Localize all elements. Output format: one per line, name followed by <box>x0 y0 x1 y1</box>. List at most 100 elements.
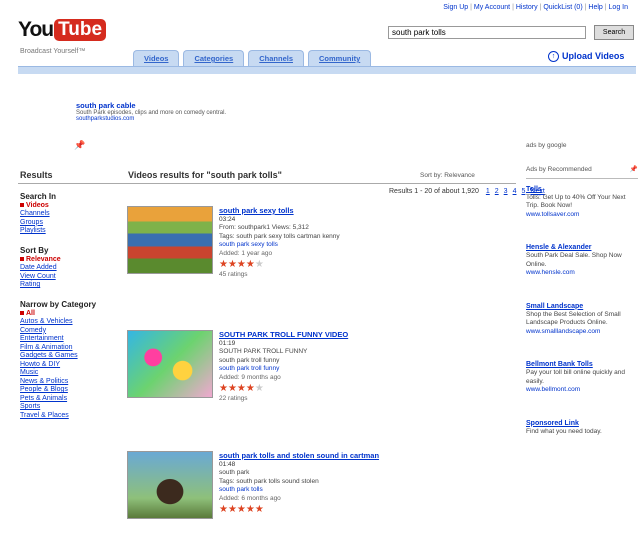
sidebar-item-category[interactable]: Comedy <box>20 327 116 336</box>
pager-page-4[interactable]: 4 <box>513 188 517 195</box>
sidebar-item-category[interactable]: Film & Animation <box>20 344 116 353</box>
sidebar-item-date-added[interactable]: Date Added <box>20 264 116 273</box>
rating-count: 22 ratings <box>219 394 248 402</box>
ad-entry: Small Landscape Shop the Best Selection … <box>526 302 638 336</box>
ad-text: Find what you need today. <box>526 427 602 435</box>
sidebar-item-playlists[interactable]: Playlists <box>20 227 116 236</box>
top-link-account[interactable]: My Account <box>474 4 510 11</box>
search-input[interactable] <box>388 26 586 39</box>
tab-channels[interactable]: Channels <box>248 50 304 66</box>
logo-you: You <box>18 18 54 41</box>
sidebar-item-category[interactable]: Entertainment <box>20 335 116 344</box>
video-duration: 03:24 <box>219 215 236 223</box>
video-duration: 01:48 <box>219 460 236 468</box>
video-tags[interactable]: south park sexy tolls <box>219 241 494 249</box>
ad-url[interactable]: www.bellmont.com <box>526 386 638 394</box>
video-tags[interactable]: south park tolls <box>219 486 494 494</box>
sidebar-item-category[interactable]: Autos & Vehicles <box>20 318 116 327</box>
nav-bar <box>18 66 636 74</box>
top-link-help[interactable]: Help <box>588 4 602 11</box>
top-link-signup[interactable]: Sign Up <box>443 4 468 11</box>
pager-page-5[interactable]: 5 <box>521 188 525 195</box>
pager-page-2[interactable]: 2 <box>495 188 499 195</box>
sidebar-heading-sort-by: Sort By <box>20 245 49 255</box>
sidebar-item-groups[interactable]: Groups <box>20 219 116 228</box>
ad-url[interactable]: www.hensle.com <box>526 269 638 277</box>
video-description-2: south park troll funny <box>219 356 280 364</box>
pin-icon: 📌 <box>74 140 86 150</box>
search-button[interactable]: Search <box>594 25 634 40</box>
pager-page-1[interactable]: 1 <box>486 188 490 195</box>
top-link-quicklist[interactable]: QuickList (0) <box>543 4 582 11</box>
top-links: Sign Up | My Account | History | QuickLi… <box>443 4 628 11</box>
video-added: Added: 9 months ago <box>219 373 281 381</box>
ad-name[interactable]: Small Landscape <box>526 302 638 311</box>
results-heading: Results <box>20 170 53 180</box>
nav-tabs: Videos Categories Channels Community <box>133 50 372 66</box>
pager-page-3[interactable]: 3 <box>504 188 508 195</box>
sidebar-item-category[interactable]: Sports <box>20 403 116 412</box>
ad-url[interactable]: www.smalllandscape.com <box>526 328 638 336</box>
top-link-history[interactable]: History <box>516 4 538 11</box>
sidebar-selected-videos: Videos <box>20 202 116 211</box>
sidebar-selected-all: All <box>20 310 116 319</box>
video-description: south park <box>219 469 250 477</box>
sidebar-item-category[interactable]: People & Blogs <box>20 386 116 395</box>
rating-count: 45 ratings <box>219 270 248 278</box>
ad-url[interactable]: www.tollsaver.com <box>526 211 638 219</box>
sidebar-item-rating[interactable]: Rating <box>20 281 116 290</box>
upload-icon: ↑ <box>548 51 559 63</box>
video-description: SOUTH PARK TROLL FUNNY <box>219 348 308 356</box>
tagline: Broadcast Yourself™ <box>20 48 86 55</box>
ad-entry: Tolls Tolls: Get Up to 40% Off Your Next… <box>526 185 638 219</box>
sidebar-item-category[interactable]: Pets & Animals <box>20 395 116 404</box>
ad-name[interactable]: Bellmont Bank Tolls <box>526 360 638 369</box>
rating-stars: ★★★★★ <box>219 382 264 394</box>
videos-results-heading: Videos results for "south park tolls" <box>128 170 282 180</box>
ad-name[interactable]: Hensle & Alexander <box>526 243 638 252</box>
video-thumbnail[interactable] <box>127 451 213 519</box>
logo-tube: Tube <box>54 19 107 41</box>
sidebar-item-category[interactable]: News & Politics <box>20 378 116 387</box>
ad-entry: Bellmont Bank Tolls Pay your toll bill o… <box>526 360 638 394</box>
search-query: "south park tolls" <box>206 170 282 180</box>
video-thumbnail[interactable] <box>127 206 213 274</box>
ad-name[interactable]: Tolls <box>526 185 638 194</box>
youtube-logo[interactable]: You Tube <box>18 18 107 42</box>
tab-videos[interactable]: Videos <box>133 50 180 66</box>
video-info: south park tolls and stolen sound in car… <box>219 451 494 516</box>
video-title[interactable]: SOUTH PARK TROLL FUNNY VIDEO <box>219 330 494 340</box>
tab-categories[interactable]: Categories <box>183 50 245 66</box>
sidebar-item-category[interactable]: Travel & Places <box>20 412 116 421</box>
sidebar-item-category[interactable]: Gadgets & Games <box>20 352 116 361</box>
ad-text: Pay your toll bill online quickly and ea… <box>526 369 625 385</box>
ad-name[interactable]: Sponsored Link <box>526 419 638 428</box>
ad-entry: Sponsored Link Find what you need today. <box>526 419 638 437</box>
results-divider <box>18 183 516 184</box>
sidebar-item-view-count[interactable]: View Count <box>20 273 116 282</box>
upload-videos-link[interactable]: ↑ Upload Videos <box>548 51 625 63</box>
video-title[interactable]: south park tolls and stolen sound in car… <box>219 451 494 461</box>
video-title[interactable]: south park sexy tolls <box>219 206 494 216</box>
video-thumbnail[interactable] <box>127 330 213 398</box>
video-description-2: Tags: south park sexy tolls cartman kenn… <box>219 232 340 240</box>
pager: Results 1 - 20 of about 1,920 1 2 3 4 5 Next <box>389 188 545 195</box>
tab-community[interactable]: Community <box>308 50 372 66</box>
top-link-login[interactable]: Log In <box>609 4 628 11</box>
sidebar-selected-relevance: Relevance <box>20 256 116 265</box>
sidebar-item-category[interactable]: Music <box>20 369 116 378</box>
upload-label: Upload Videos <box>562 51 625 61</box>
sidebar-heading-category: Narrow by Category <box>20 299 97 309</box>
promo-url[interactable]: southparkstudios.com <box>76 116 376 122</box>
video-duration: 01:19 <box>219 339 236 347</box>
ad-text: South Park Deal Sale. Shop Now Online. <box>526 252 622 268</box>
ads-header: Ads by Recommended 📌 <box>526 166 638 179</box>
video-tags[interactable]: south park troll funny <box>219 365 494 373</box>
sidebar-heading-search-in: Search In <box>20 192 57 201</box>
sort-label[interactable]: Sort by: Relevance <box>420 172 475 179</box>
video-info: south park sexy tolls 03:24 From: southp… <box>219 206 494 279</box>
sidebar-item-category[interactable]: Howto & DIY <box>20 361 116 370</box>
ad-text: Shop the Best Selection of Small Landsca… <box>526 310 621 327</box>
sidebar-item-channels[interactable]: Channels <box>20 210 116 219</box>
promo-title[interactable]: south park cable <box>76 101 376 110</box>
